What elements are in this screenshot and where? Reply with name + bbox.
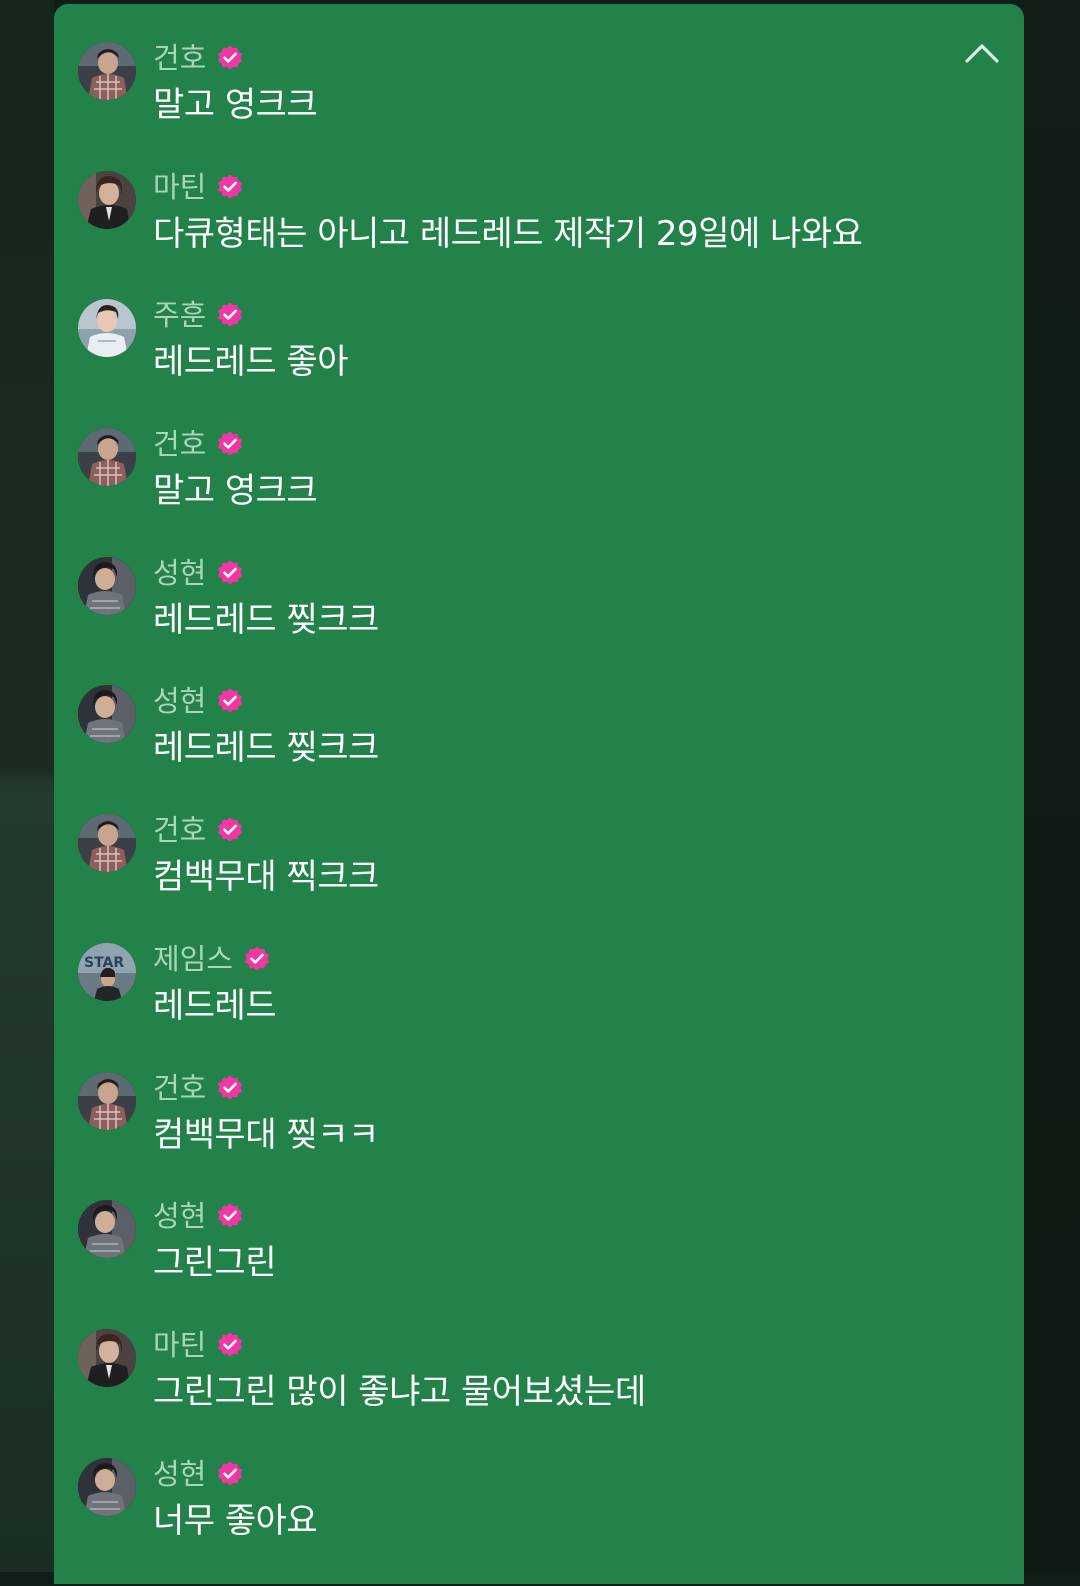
sender-name[interactable]: 마틴	[153, 167, 206, 207]
verified-badge-icon	[216, 430, 244, 458]
sender-row: 건호	[153, 424, 244, 464]
verified-badge-icon	[216, 1202, 244, 1230]
message-text: 너무 좋아요	[153, 1500, 318, 1541]
svg-text:STAR: STAR	[84, 955, 124, 971]
sender-name[interactable]: 성현	[153, 681, 206, 721]
chat-message: 건호 말고 영크크	[78, 427, 978, 557]
sender-name[interactable]: 성현	[153, 553, 206, 593]
chat-message: 성현 그린그린	[78, 1199, 978, 1329]
sender-name[interactable]: 마틴	[153, 1325, 206, 1365]
avatar[interactable]	[78, 556, 136, 615]
message-text: 컴백무대 찢ㅋㅋ	[153, 1114, 379, 1155]
sender-row: 성현	[153, 681, 244, 721]
sender-name[interactable]: 성현	[153, 1454, 206, 1494]
sender-name[interactable]: 건호	[153, 810, 206, 850]
avatar[interactable]	[78, 299, 136, 358]
avatar[interactable]	[78, 428, 136, 487]
avatar[interactable]	[78, 1328, 136, 1387]
avatar[interactable]	[78, 1200, 136, 1259]
avatar[interactable]	[78, 814, 136, 873]
message-text: 레드레드 좋아	[153, 342, 349, 383]
sender-row: 성현	[153, 1196, 244, 1236]
sender-name[interactable]: 주훈	[153, 295, 206, 335]
message-text: 그린그린 많이 좋냐고 물어보셨는데	[153, 1371, 646, 1412]
message-text: 레드레드	[153, 985, 277, 1026]
sender-name[interactable]: 건호	[153, 1068, 206, 1108]
sender-row: 성현	[153, 1454, 244, 1494]
sender-row: 건호	[153, 810, 244, 850]
chat-message: 건호 말고 영크크	[78, 41, 978, 171]
chat-panel: 건호 말고 영크크 마틴 다큐형태는 아니고 레드레드 제작기 29일에 나와요…	[54, 4, 1024, 1584]
sender-row: 제임스	[153, 939, 271, 979]
chat-message: 마틴 그린그린 많이 좋냐고 물어보셨는데	[78, 1328, 978, 1458]
avatar[interactable]	[78, 170, 136, 229]
background-right	[1024, 0, 1080, 1572]
verified-badge-icon	[216, 44, 244, 72]
verified-badge-icon	[216, 559, 244, 587]
chat-message: 성현 레드레드 찢크크	[78, 556, 978, 686]
sender-row: 주훈	[153, 295, 244, 335]
sender-row: 마틴	[153, 167, 244, 207]
sender-row: 마틴	[153, 1325, 244, 1365]
message-text: 레드레드 찢크크	[153, 728, 379, 769]
avatar[interactable]	[78, 42, 136, 100]
avatar[interactable]	[78, 685, 136, 744]
message-text: 다큐형태는 아니고 레드레드 제작기 29일에 나와요	[153, 213, 863, 254]
chat-message-list: 건호 말고 영크크 마틴 다큐형태는 아니고 레드레드 제작기 29일에 나와요…	[78, 41, 978, 1586]
avatar[interactable]: STAR	[78, 942, 136, 1001]
verified-badge-icon	[216, 687, 244, 715]
message-text: 그린그린	[153, 1243, 277, 1284]
chat-message: 건호 컴백무대 찍크크	[78, 813, 978, 943]
verified-badge-icon	[216, 301, 244, 329]
avatar[interactable]	[78, 1457, 136, 1516]
chat-message: 건호 컴백무대 찢ㅋㅋ	[78, 1071, 978, 1201]
verified-badge-icon	[216, 1331, 244, 1359]
sender-row: 건호	[153, 38, 244, 78]
chat-message: STAR 제임스 레드레드	[78, 942, 978, 1072]
sender-row: 건호	[153, 1068, 244, 1108]
chat-message: 성현 너무 좋아요	[78, 1457, 978, 1586]
message-text: 말고 영크크	[153, 471, 318, 512]
sender-name[interactable]: 건호	[153, 424, 206, 464]
chat-message: 마틴 다큐형태는 아니고 레드레드 제작기 29일에 나와요	[78, 170, 978, 300]
verified-badge-icon	[243, 945, 271, 973]
chat-message: 성현 레드레드 찢크크	[78, 684, 978, 814]
background-left	[0, 0, 54, 1572]
message-text: 컴백무대 찍크크	[153, 857, 379, 898]
avatar[interactable]	[78, 1071, 136, 1130]
sender-name[interactable]: 건호	[153, 38, 206, 78]
sender-name[interactable]: 성현	[153, 1196, 206, 1236]
sender-name[interactable]: 제임스	[153, 939, 233, 979]
chat-message: 주훈 레드레드 좋아	[78, 298, 978, 428]
verified-badge-icon	[216, 173, 244, 201]
verified-badge-icon	[216, 1460, 244, 1488]
sender-row: 성현	[153, 553, 244, 593]
verified-badge-icon	[216, 816, 244, 844]
verified-badge-icon	[216, 1074, 244, 1102]
message-text: 레드레드 찢크크	[153, 599, 379, 640]
message-text: 말고 영크크	[153, 85, 318, 125]
